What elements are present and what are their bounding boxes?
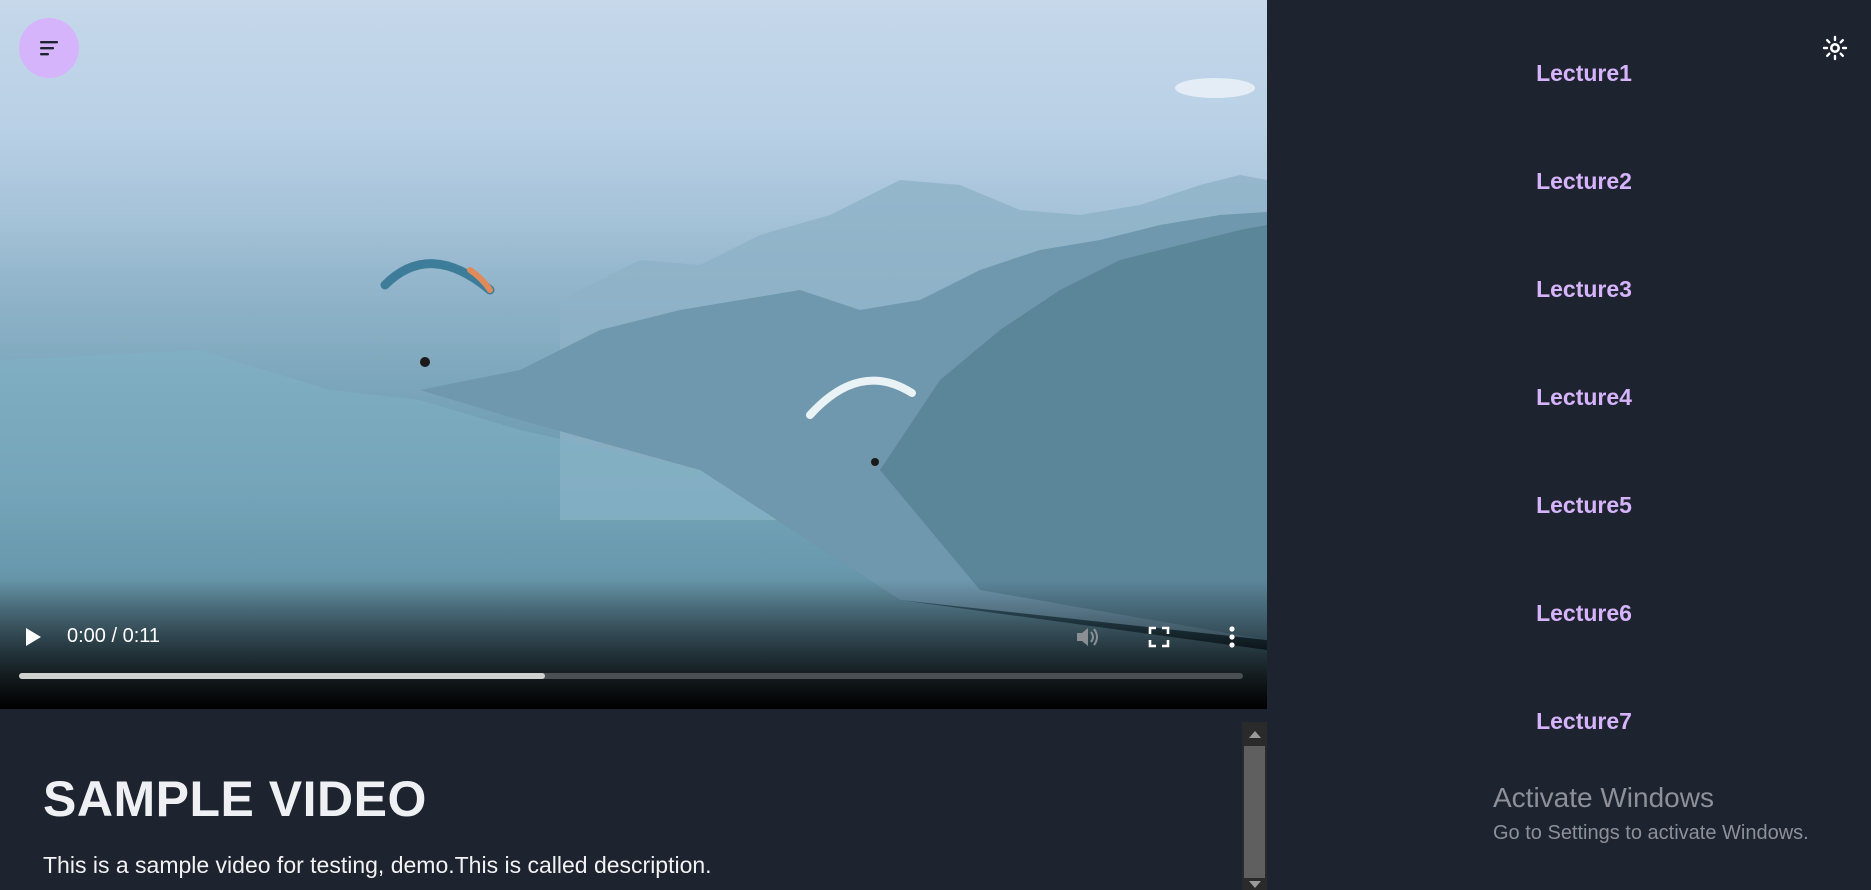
time-display: 0:00 / 0:11 [67,625,161,647]
fullscreen-icon[interactable] [1145,623,1173,651]
sun-icon[interactable] [1822,35,1848,61]
video-title: SAMPLE VIDEO [43,771,427,827]
video-description: This is a sample video for testing, demo… [43,852,712,878]
sidebar-item-lecture5[interactable]: Lecture5 [1267,492,1871,519]
volume-icon[interactable] [1073,623,1101,651]
sidebar-item-lecture2[interactable]: Lecture2 [1267,168,1871,195]
progress-buffered-fill [19,673,546,679]
activate-windows-subtext: Go to Settings to activate Windows. [1493,822,1809,844]
sidebar-item-lecture1[interactable]: Lecture1 [1267,60,1871,87]
menu-button[interactable] [19,18,79,78]
lecture-sidebar: Lecture1 Lecture2 Lecture3 Lecture4 Lect… [1267,0,1871,890]
scrollbar-thumb[interactable] [1244,746,1265,878]
sidebar-item-lecture7[interactable]: Lecture7 [1267,708,1871,735]
video-frame [0,78,1267,709]
video-player[interactable]: 0:00 / 0:11 [0,0,1267,709]
sidebar-item-lecture6[interactable]: Lecture6 [1267,600,1871,627]
description-scrollbar[interactable] [1242,722,1267,890]
scroll-down-arrow[interactable] [1249,881,1261,888]
play-icon[interactable] [22,626,44,648]
activate-windows-heading: Activate Windows [1493,782,1714,813]
sidebar-item-lecture3[interactable]: Lecture3 [1267,276,1871,303]
scroll-up-arrow[interactable] [1249,731,1261,738]
sidebar-item-lecture4[interactable]: Lecture4 [1267,384,1871,411]
video-progress-bar[interactable] [19,673,1243,679]
more-vertical-icon[interactable] [1218,623,1246,651]
menu-icon [40,41,58,56]
